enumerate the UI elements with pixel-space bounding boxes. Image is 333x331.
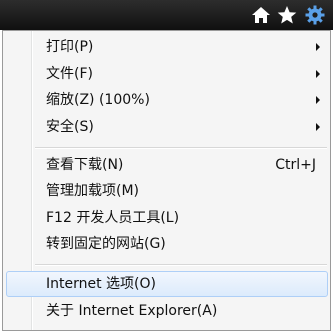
menu-item-about[interactable]: 关于 Internet Explorer(A)	[6, 298, 328, 324]
gear-icon[interactable]	[304, 4, 326, 26]
home-icon[interactable]	[250, 4, 272, 26]
menu-item-label: 查看下载(N)	[46, 157, 124, 173]
submenu-arrow-icon	[316, 43, 320, 51]
menu-item-label: 安全(S)	[46, 119, 94, 135]
menu-item-developer-tools[interactable]: F12 开发人员工具(L)	[6, 205, 328, 231]
submenu-arrow-icon	[316, 96, 320, 104]
star-icon[interactable]	[276, 4, 298, 26]
menu-item-internet-options[interactable]: Internet 选项(O)	[6, 271, 328, 297]
menu-shortcut: Ctrl+J	[275, 157, 316, 173]
tools-menu: 打印(P) 文件(F) 缩放(Z) (100%) 安全(S) 查看下载(N) C…	[2, 30, 331, 331]
menu-item-pinned-sites[interactable]: 转到固定的网站(G)	[6, 231, 328, 257]
menu-item-print[interactable]: 打印(P)	[6, 34, 328, 60]
menu-item-label: 文件(F)	[46, 66, 93, 82]
menu-item-label: 管理加载项(M)	[46, 183, 140, 199]
menu-item-view-downloads[interactable]: 查看下载(N) Ctrl+J	[6, 152, 328, 178]
menu-item-label: Internet 选项(O)	[46, 276, 156, 292]
menu-item-safety[interactable]: 安全(S)	[6, 114, 328, 140]
browser-toolbar	[0, 0, 333, 30]
submenu-arrow-icon	[316, 123, 320, 131]
menu-item-label: 打印(P)	[46, 39, 94, 55]
menu-item-label: F12 开发人员工具(L)	[46, 210, 180, 226]
menu-separator	[35, 147, 327, 149]
menu-item-label: 关于 Internet Explorer(A)	[46, 303, 218, 319]
menu-separator	[35, 264, 327, 266]
menu-item-file[interactable]: 文件(F)	[6, 61, 328, 87]
menu-item-zoom[interactable]: 缩放(Z) (100%)	[6, 87, 328, 113]
menu-item-label: 缩放(Z) (100%)	[46, 92, 150, 108]
menu-item-manage-addons[interactable]: 管理加载项(M)	[6, 178, 328, 204]
menu-item-label: 转到固定的网站(G)	[46, 236, 166, 252]
submenu-arrow-icon	[316, 70, 320, 78]
